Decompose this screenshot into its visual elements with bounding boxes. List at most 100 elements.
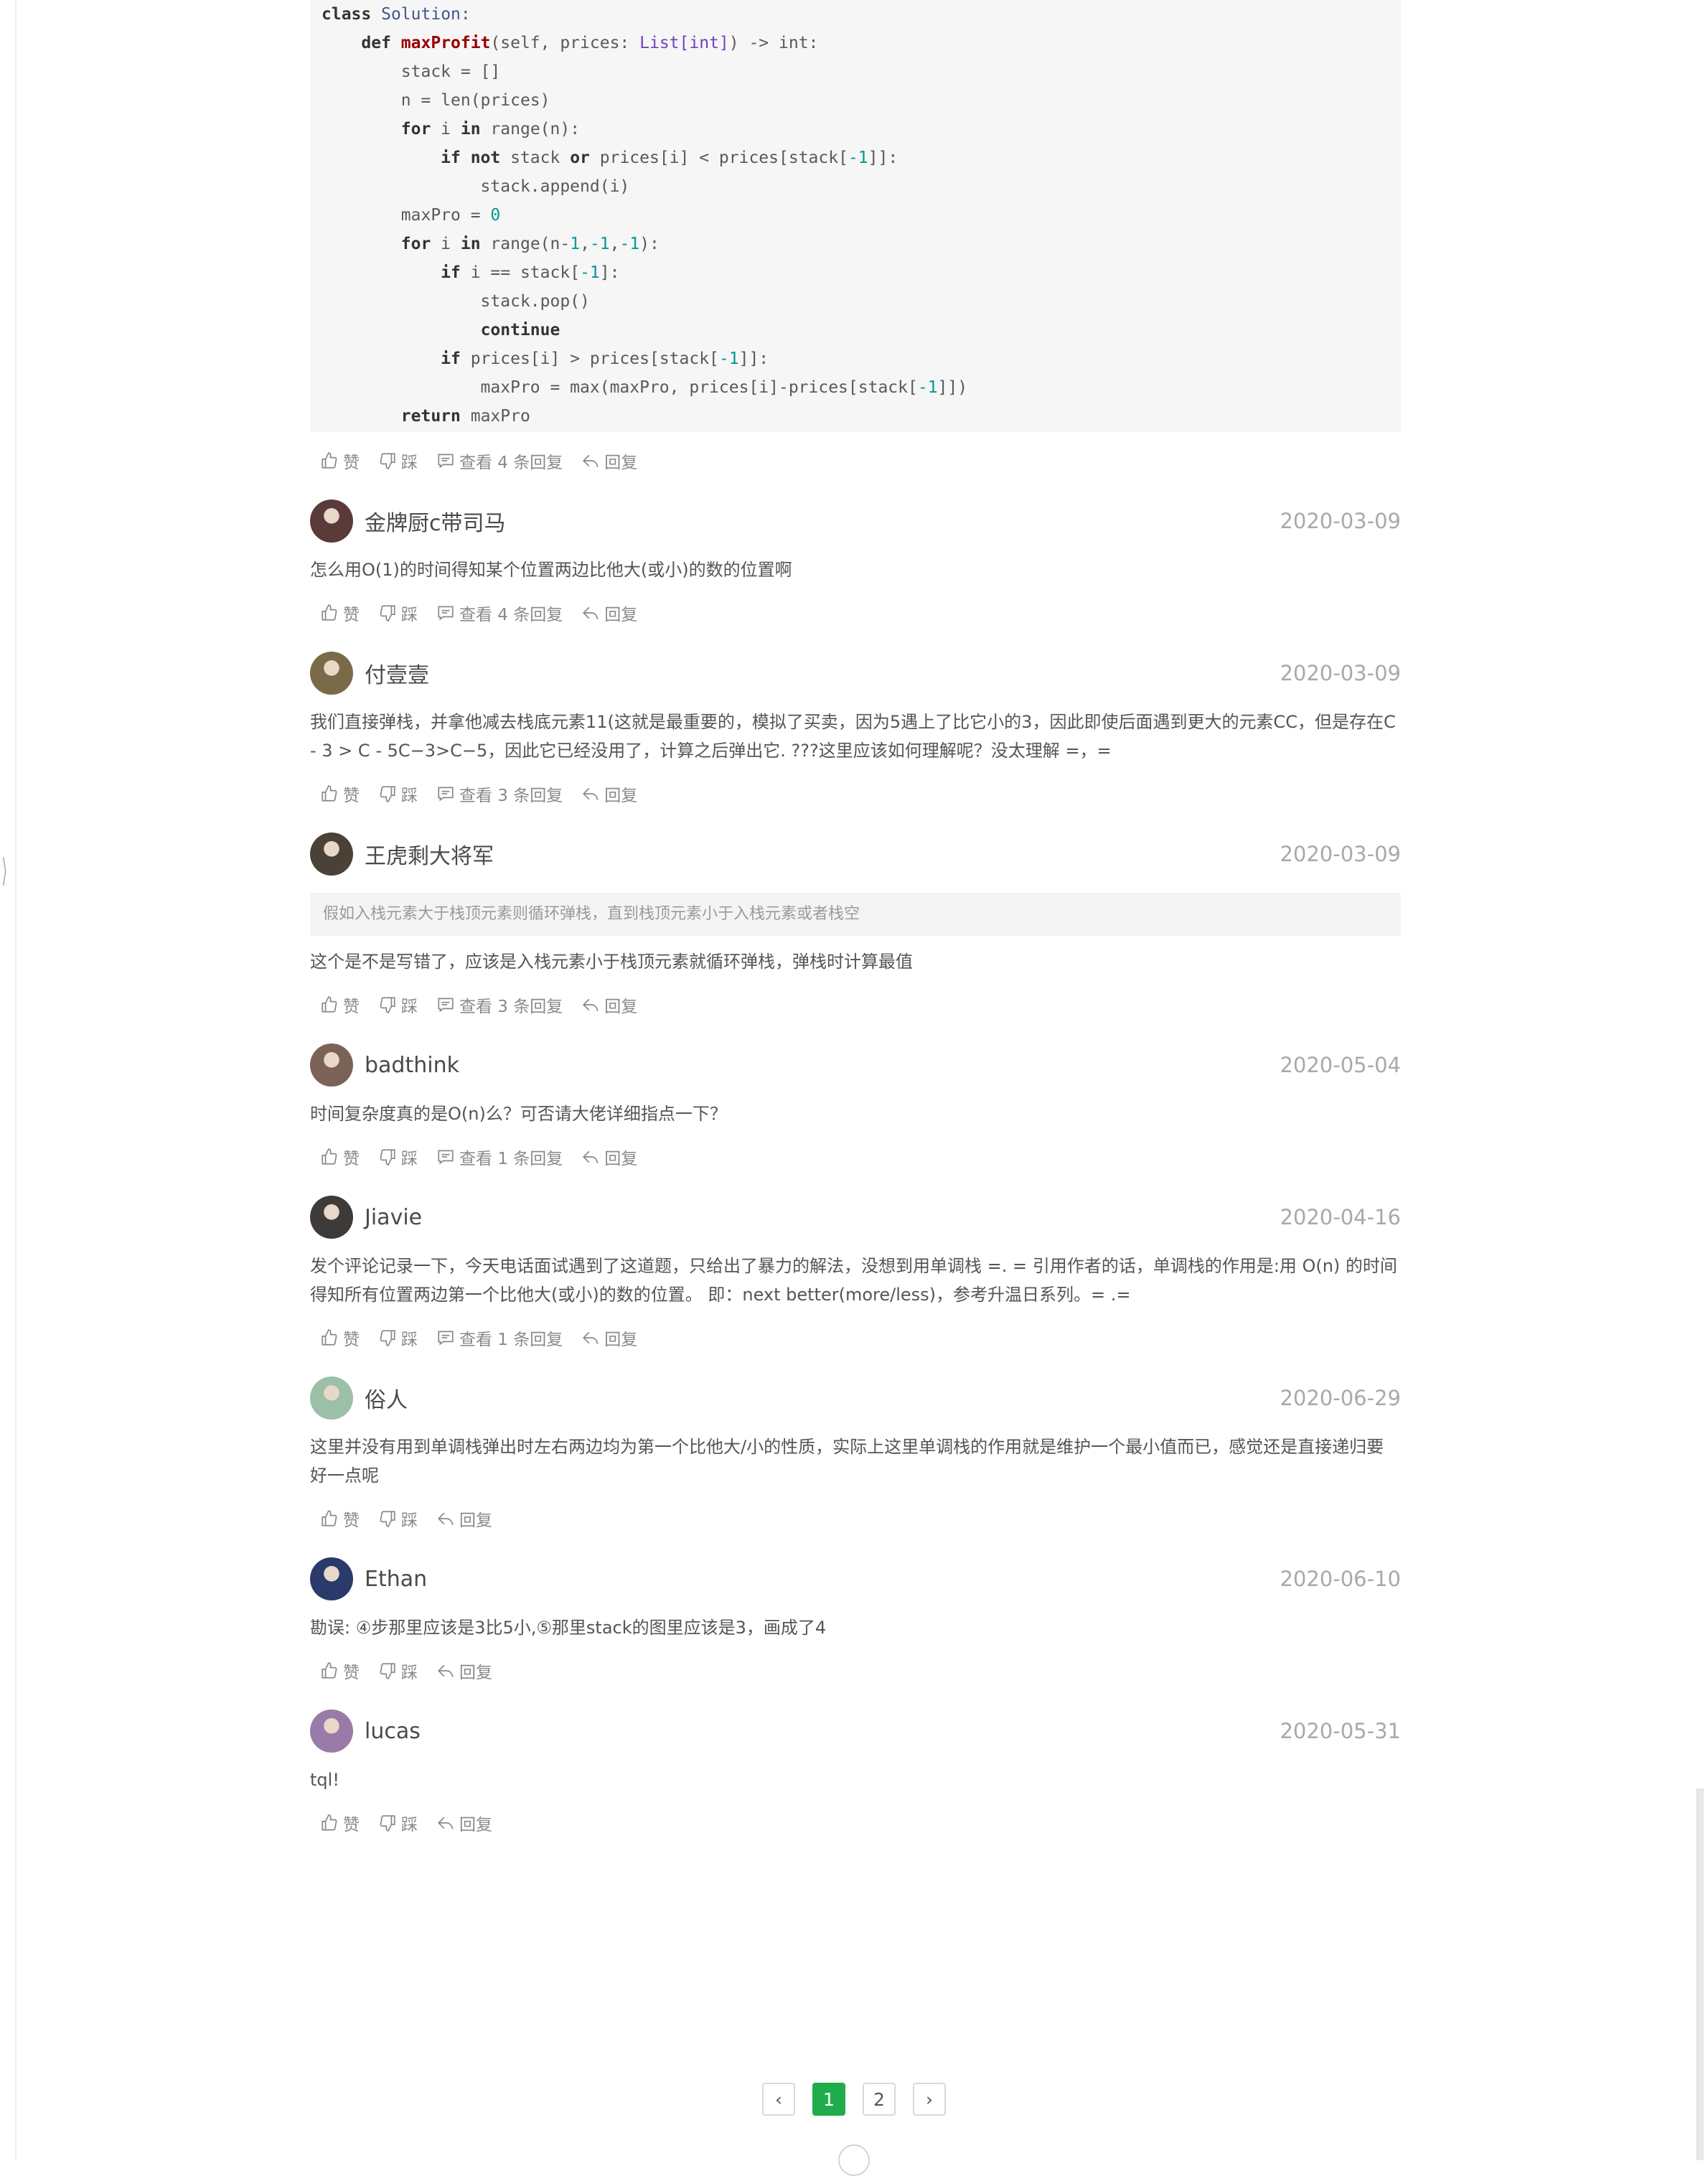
avatar[interactable] (310, 1377, 353, 1420)
like-button[interactable]: 赞 (320, 1811, 360, 1835)
view-replies-button[interactable]: 查看 1 条回复 (436, 1145, 563, 1169)
code-token: -1 (580, 263, 600, 282)
reply-button[interactable]: 回复 (436, 1659, 492, 1683)
scrollbar[interactable] (1697, 1788, 1704, 2160)
avatar[interactable] (310, 1710, 353, 1753)
avatar[interactable] (310, 500, 353, 543)
code-line: maxPro = 0 (322, 201, 1379, 230)
view-replies-button[interactable]: 查看 1 条回复 (436, 1326, 563, 1350)
avatar[interactable] (310, 1557, 353, 1600)
like-label: 赞 (343, 787, 360, 805)
username[interactable]: 金牌厨c带司马 (365, 505, 1280, 537)
avatar[interactable] (310, 652, 353, 695)
view-replies-label: 查看 3 条回复 (459, 998, 563, 1016)
side-expand-icon[interactable]: ⟩ (1, 855, 8, 887)
code-token: stack = [] (322, 62, 501, 81)
thumbs-down-icon (380, 1330, 395, 1346)
reply-icon (438, 1664, 454, 1677)
like-button[interactable]: 赞 (320, 449, 360, 473)
like-label: 赞 (343, 1150, 360, 1168)
code-token: maxPro (460, 407, 530, 426)
username[interactable]: 俗人 (365, 1382, 1280, 1414)
reply-icon (583, 1331, 599, 1344)
view-replies-button[interactable]: 查看 4 条回复 (436, 449, 563, 473)
view-replies-label: 查看 4 条回复 (459, 454, 563, 472)
dislike-button[interactable]: 踩 (378, 601, 418, 625)
next-page-button[interactable]: › (913, 2083, 946, 2116)
username[interactable]: Jiavie (365, 1205, 1280, 1230)
avatar[interactable] (310, 1044, 353, 1087)
code-token: ]]: (738, 350, 769, 368)
code-line: for i in range(n-1,-1,-1): (322, 230, 1379, 258)
comment-item: 俗人 2020-06-29 这里并没有用到单调栈弹出时左右两边均为第一个比他大/小的… (310, 1375, 1401, 1547)
thumbs-up-icon (322, 452, 337, 469)
view-replies-button[interactable]: 查看 3 条回复 (436, 993, 563, 1017)
reply-button[interactable]: 回复 (436, 1811, 492, 1835)
like-button[interactable]: 赞 (320, 993, 360, 1017)
code-token: Solution (381, 5, 461, 24)
dislike-button[interactable]: 踩 (378, 782, 418, 806)
like-button[interactable]: 赞 (320, 1659, 360, 1683)
reply-icon (438, 1512, 454, 1525)
dislike-button[interactable]: 踩 (378, 1506, 418, 1531)
code-line: if not stack or prices[i] < prices[stack… (322, 144, 1379, 172)
comment-header: 俗人 2020-06-29 (310, 1375, 1401, 1421)
code-line: stack = [] (322, 57, 1379, 86)
reply-button[interactable]: 回复 (581, 782, 637, 806)
reply-button[interactable]: 回复 (581, 1145, 637, 1169)
reply-icon (438, 1816, 454, 1829)
reply-button[interactable]: 回复 (581, 449, 637, 473)
comment-icon (438, 787, 454, 802)
reply-button[interactable]: 回复 (436, 1506, 492, 1531)
reply-button[interactable]: 回复 (581, 601, 637, 625)
code-token: maxPro = (322, 206, 491, 225)
username[interactable]: 王虎剩大将军 (365, 838, 1280, 870)
reply-button[interactable]: 回复 (581, 993, 637, 1017)
action-bar: 赞 踩 查看 1 条回复 回复 (310, 1309, 1401, 1366)
dislike-label: 踩 (401, 606, 418, 624)
back-to-top-icon[interactable] (838, 2144, 870, 2176)
reply-label: 回复 (604, 454, 638, 472)
like-button[interactable]: 赞 (320, 601, 360, 625)
comment-text: 时间复杂度真的是O(n)么？可否请大佬详细指点一下？ (310, 1104, 727, 1124)
comment-date: 2020-05-04 (1280, 1053, 1401, 1077)
dislike-button[interactable]: 踩 (378, 1145, 418, 1169)
comments-section: class Solution: def maxProfit(self, pric… (310, 0, 1401, 1852)
code-token: , (580, 235, 590, 253)
thumbs-down-icon (380, 786, 395, 802)
comment-item: badthink 2020-05-04 时间复杂度真的是O(n)么？可否请大佬详细指… (310, 1042, 1401, 1186)
left-border (15, 0, 17, 2160)
prev-page-button[interactable]: ‹ (762, 2083, 795, 2116)
avatar[interactable] (310, 833, 353, 876)
reply-label: 回复 (604, 1150, 638, 1168)
dislike-button[interactable]: 踩 (378, 993, 418, 1017)
page-1-button[interactable]: 1 (812, 2083, 845, 2116)
avatar[interactable] (310, 1196, 353, 1239)
dislike-button[interactable]: 踩 (378, 449, 418, 473)
reply-label: 回复 (604, 1331, 638, 1349)
dislike-button[interactable]: 踩 (378, 1326, 418, 1350)
username[interactable]: 付壹壹 (365, 657, 1280, 689)
page-2-button[interactable]: 2 (863, 2083, 896, 2116)
dislike-button[interactable]: 踩 (378, 1659, 418, 1683)
code-token: in (460, 235, 481, 253)
like-button[interactable]: 赞 (320, 1145, 360, 1169)
comment-header: 付壹壹 2020-03-09 (310, 650, 1401, 696)
thumbs-down-icon (380, 997, 395, 1013)
like-button[interactable]: 赞 (320, 1326, 360, 1350)
like-button[interactable]: 赞 (320, 1506, 360, 1531)
dislike-button[interactable]: 踩 (378, 1811, 418, 1835)
view-replies-button[interactable]: 查看 3 条回复 (436, 782, 563, 806)
code-token: -1 (718, 350, 739, 368)
like-button[interactable]: 赞 (320, 782, 360, 806)
dislike-label: 踩 (401, 1816, 418, 1834)
username[interactable]: Ethan (365, 1567, 1280, 1592)
comment-item: Jiavie 2020-04-16 发个评论记录一下，今天电话面试遇到了这道题，只给… (310, 1194, 1401, 1366)
reply-button[interactable]: 回复 (581, 1326, 637, 1350)
view-replies-button[interactable]: 查看 4 条回复 (436, 601, 563, 625)
code-token: stack.append(i) (322, 177, 630, 196)
username[interactable]: lucas (365, 1719, 1280, 1744)
username[interactable]: badthink (365, 1053, 1280, 1078)
